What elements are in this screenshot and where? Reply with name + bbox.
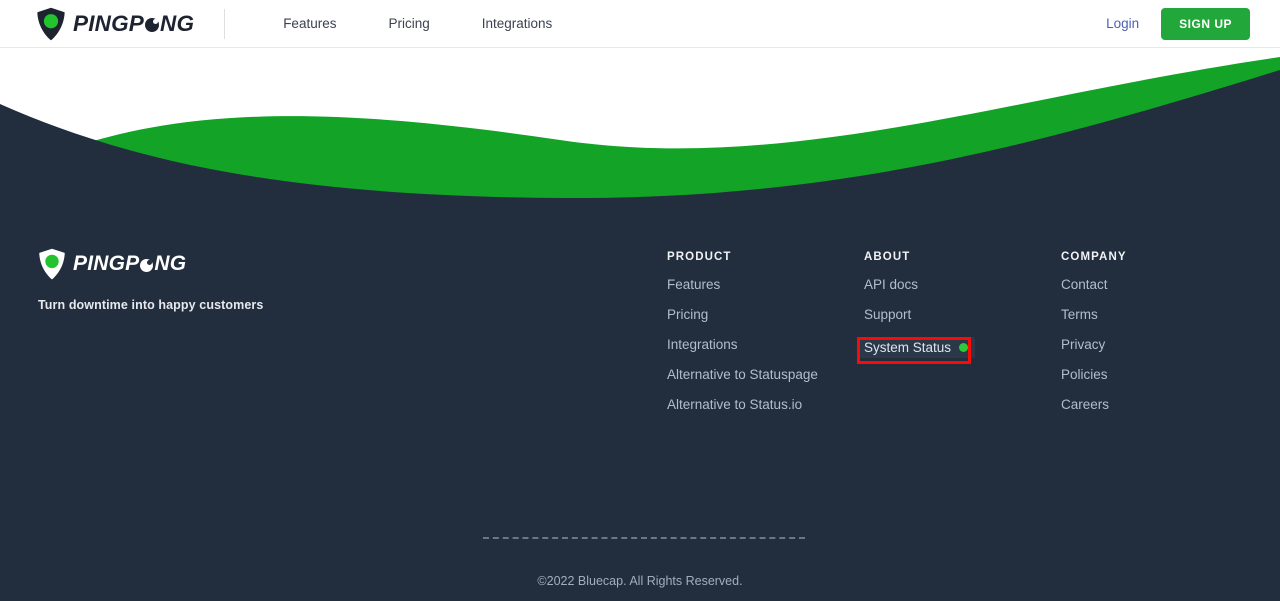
header-actions: Login SIGN UP: [1106, 7, 1250, 40]
footer-column-title-about: ABOUT: [864, 251, 911, 263]
signup-button[interactable]: SIGN UP: [1161, 7, 1250, 40]
footer-tagline: Turn downtime into happy customers: [38, 298, 264, 312]
footer-link-alt-statuspage[interactable]: Alternative to Statuspage: [667, 367, 818, 382]
login-link[interactable]: Login: [1106, 16, 1139, 31]
footer-link-alt-statusio[interactable]: Alternative to Status.io: [667, 397, 818, 412]
footer-link-policies[interactable]: Policies: [1061, 367, 1127, 382]
footer-logo[interactable]: PINGP NG: [38, 248, 263, 280]
footer-link-system-status-label: System Status: [864, 340, 952, 355]
footer-copyright: ©2022 Bluecap. All Rights Reserved.: [537, 574, 743, 588]
footer-link-careers[interactable]: Careers: [1061, 397, 1127, 412]
footer-column-title-company: COMPANY: [1061, 251, 1127, 263]
shield-icon: [37, 7, 65, 40]
footer-link-system-status[interactable]: System Status: [859, 337, 976, 358]
footer-link-integrations[interactable]: Integrations: [667, 337, 818, 352]
header-wordmark: PINGP NG: [73, 11, 194, 37]
footer-link-support[interactable]: Support: [864, 307, 975, 322]
shield-icon: [39, 248, 65, 280]
footer-column-title-product: PRODUCT: [667, 251, 732, 263]
footer-wordmark-part1: PINGP: [73, 252, 140, 275]
footer-link-pricing[interactable]: Pricing: [667, 307, 818, 322]
footer-link-features[interactable]: Features: [667, 277, 818, 292]
footer-link-api-docs[interactable]: API docs: [864, 277, 975, 292]
header-logo[interactable]: PINGP NG: [36, 7, 194, 41]
footer-column-about: ABOUT API docs Support System Status: [859, 251, 976, 358]
status-dot-icon: [959, 343, 969, 352]
footer-brand-block: PINGP NG Turn downtime into happy custome…: [38, 248, 263, 312]
footer-wordmark-o-dot: [140, 258, 154, 272]
header-nav: Features Pricing Integrations: [257, 16, 578, 31]
hero-wave-decoration: [0, 48, 1280, 208]
site-header: PINGP NG Features Pricing Integrations Lo…: [0, 0, 1280, 48]
header-divider: [224, 8, 226, 39]
footer-dashed-divider: [483, 537, 805, 539]
footer-wordmark-part2: NG: [154, 252, 187, 275]
footer-link-privacy[interactable]: Privacy: [1061, 337, 1127, 352]
nav-item-integrations[interactable]: Integrations: [456, 16, 579, 31]
footer-link-terms[interactable]: Terms: [1061, 307, 1127, 322]
footer-column-company: COMPANY Contact Terms Privacy Policies C…: [1061, 251, 1127, 412]
footer-link-contact[interactable]: Contact: [1061, 277, 1127, 292]
wordmark-o-dot: [145, 17, 160, 32]
footer-wordmark: PINGP NG: [73, 252, 186, 276]
nav-item-pricing[interactable]: Pricing: [362, 16, 455, 31]
wave-svg: [0, 57, 1280, 208]
wordmark-part2: NG: [160, 10, 195, 36]
footer-column-product: PRODUCT Features Pricing Integrations Al…: [667, 251, 818, 412]
wordmark-part1: PINGP: [73, 10, 145, 36]
site-footer: PINGP NG Turn downtime into happy custome…: [0, 198, 1280, 601]
nav-item-features[interactable]: Features: [257, 16, 362, 31]
